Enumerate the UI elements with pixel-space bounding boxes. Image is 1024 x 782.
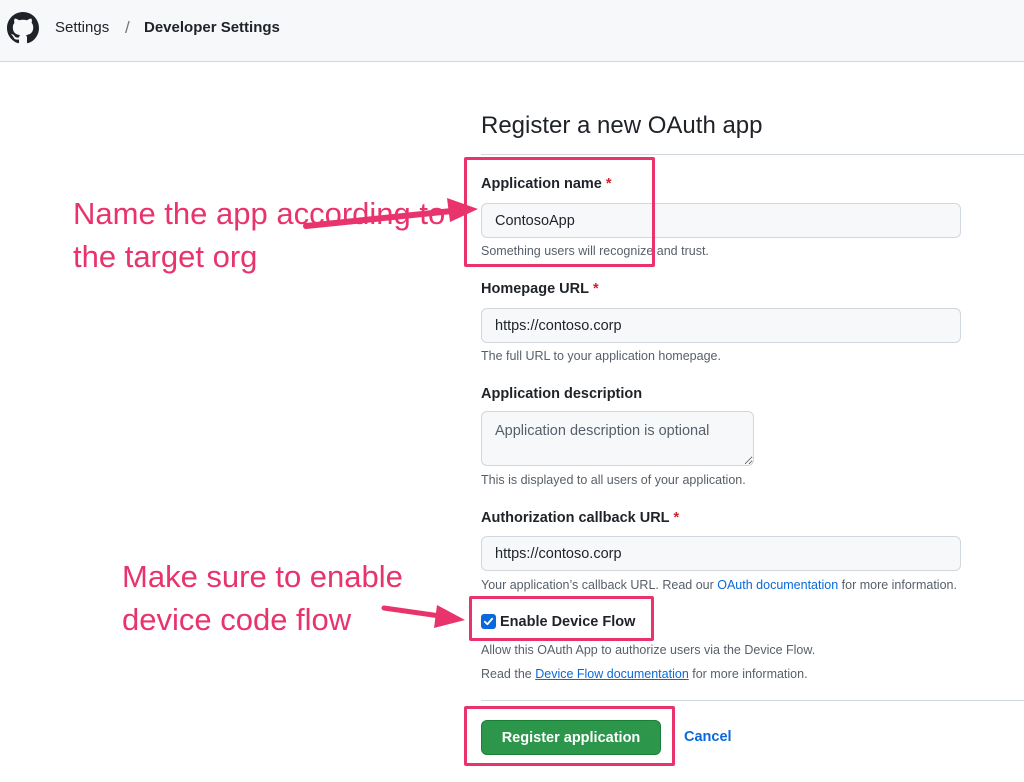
- annotation-arrows: [303, 198, 478, 628]
- name-arrow-icon: [303, 198, 478, 229]
- device-arrow-icon: [381, 605, 465, 628]
